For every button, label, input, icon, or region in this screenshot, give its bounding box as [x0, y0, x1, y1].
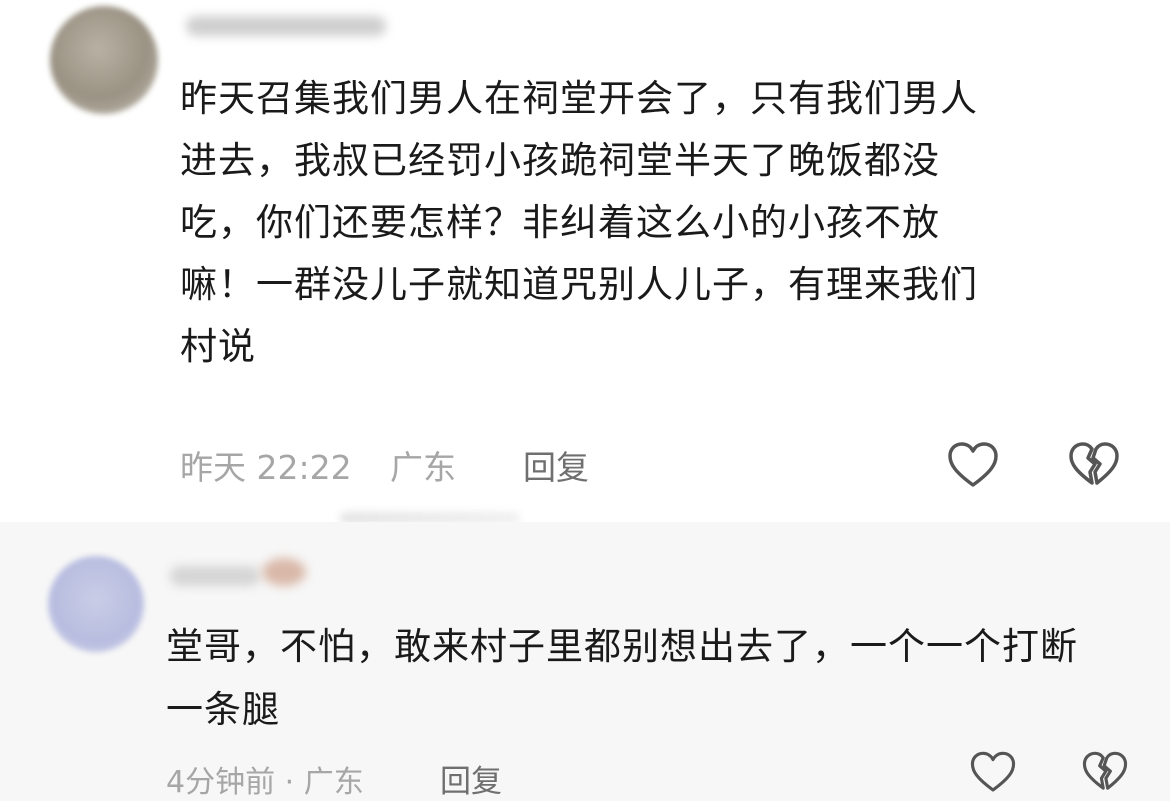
- reply-button[interactable]: 回复: [523, 441, 589, 489]
- avatar[interactable]: [50, 6, 158, 114]
- heart-outline-icon[interactable]: [968, 748, 1018, 798]
- broken-heart-icon[interactable]: [1080, 748, 1130, 798]
- reply-button[interactable]: 回复: [440, 756, 502, 801]
- heart-outline-icon[interactable]: [945, 438, 1001, 494]
- comment-item: 堂哥，不怕，敢来村子里都别想出去了，一个一个打断 一条腿 4分钟前 · 广东 回…: [0, 522, 1170, 801]
- comment-text: 堂哥，不怕，敢来村子里都别想出去了，一个一个打断 一条腿: [166, 625, 1078, 731]
- username-blurred[interactable]: [186, 16, 386, 36]
- comment-time-location: 4分钟前 · 广东: [166, 765, 364, 800]
- comment-text: 昨天召集我们男人在祠堂开会了，只有我们男人 进去，我叔已经罚小孩跪祠堂半天了晚饭…: [180, 77, 978, 368]
- broken-heart-icon[interactable]: [1066, 438, 1122, 494]
- avatar[interactable]: [48, 556, 144, 652]
- user-badge-blurred: [262, 558, 306, 586]
- comment-location: 广东: [390, 448, 456, 487]
- comment-item: 昨天召集我们男人在祠堂开会了，只有我们男人 进去，我叔已经罚小孩跪祠堂半天了晚饭…: [0, 0, 1170, 524]
- comment-time: 昨天 22:22: [180, 448, 352, 487]
- username-blurred[interactable]: [170, 566, 260, 586]
